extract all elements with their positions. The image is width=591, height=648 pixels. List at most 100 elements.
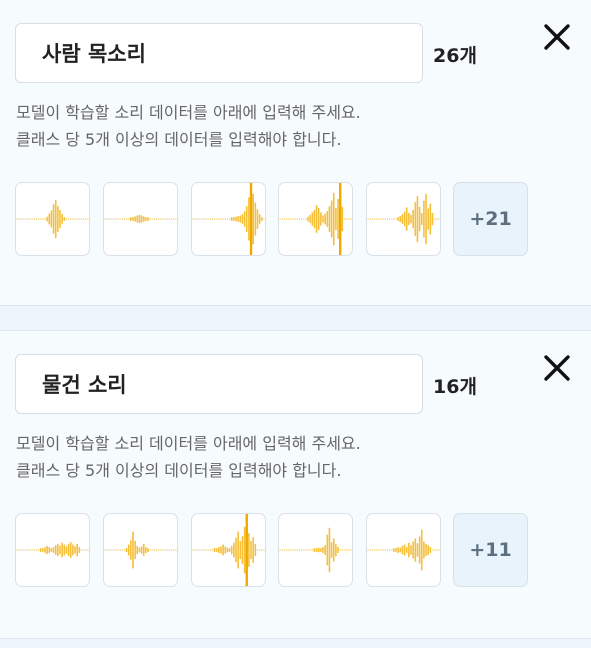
- waveform-bar: [382, 218, 384, 220]
- waveform-bar: [425, 193, 427, 245]
- delete-class-button[interactable]: [540, 20, 574, 54]
- class-name-input[interactable]: [15, 354, 423, 414]
- waveform-bar: [420, 529, 423, 571]
- waveform-bar: [367, 549, 369, 551]
- waveform-bar: [438, 218, 440, 220]
- waveform-icon: [16, 541, 89, 559]
- waveform-bar: [429, 546, 432, 554]
- waveform-bar: [405, 207, 408, 231]
- waveform-bar: [241, 536, 244, 564]
- waveform-bar: [18, 549, 20, 551]
- waveform-bar: [175, 218, 177, 220]
- waveform-bar: [74, 218, 76, 220]
- waveform-bar: [151, 549, 153, 551]
- waveform-bar: [410, 214, 412, 224]
- waveform-bar: [283, 549, 285, 551]
- waveform-bar: [438, 549, 440, 551]
- waveform-bar: [83, 218, 85, 220]
- waveform-bar: [76, 218, 78, 220]
- waveform-bar: [156, 549, 158, 551]
- waveform-bar: [300, 549, 303, 551]
- waveform-bar: [29, 549, 31, 551]
- waveform-bar: [408, 212, 410, 226]
- waveform-bar: [330, 541, 333, 559]
- waveform-bar: [222, 544, 224, 556]
- waveform-bar: [173, 218, 175, 220]
- audio-sample-thumbnail[interactable]: [15, 182, 90, 256]
- waveform-bar: [59, 545, 61, 555]
- audio-sample-thumbnail[interactable]: [366, 182, 441, 256]
- waveform-bar: [254, 202, 257, 236]
- audio-sample-thumbnail[interactable]: [103, 182, 178, 256]
- waveform-bar: [194, 549, 196, 551]
- waveform-bar: [414, 538, 417, 562]
- waveform-bar: [373, 549, 376, 551]
- waveform-bar: [339, 549, 341, 551]
- waveform-bar: [57, 205, 59, 233]
- waveform-bar: [117, 218, 119, 220]
- audio-sample-thumbnail[interactable]: [278, 513, 353, 587]
- waveform-bar: [230, 545, 233, 555]
- audio-sample-thumbnail[interactable]: [278, 182, 353, 256]
- waveform-bar: [337, 198, 339, 240]
- waveform-bar: [233, 542, 235, 558]
- waveform-bar: [211, 218, 213, 220]
- waveform-bar: [35, 549, 37, 551]
- waveform-bar: [290, 549, 292, 551]
- waveform-icon: [16, 199, 89, 239]
- waveform-bar: [20, 549, 22, 551]
- more-samples-button[interactable]: +21: [453, 182, 528, 256]
- waveform-bar: [127, 544, 130, 556]
- waveform-bar: [205, 549, 207, 551]
- waveform-bar: [391, 218, 393, 220]
- waveform-bar: [294, 549, 296, 551]
- audio-sample-thumbnail[interactable]: [191, 513, 266, 587]
- waveform-bar: [427, 208, 429, 230]
- waveform-bar: [138, 547, 141, 553]
- waveform-bar: [296, 218, 298, 220]
- waveform-bar: [346, 549, 348, 551]
- waveform-bar: [104, 549, 106, 551]
- waveform-bar: [201, 218, 203, 220]
- waveform-bar: [281, 218, 283, 220]
- waveform-bar: [250, 540, 252, 560]
- waveform-bar: [228, 548, 231, 552]
- waveform-bar: [384, 549, 386, 551]
- waveform-bar: [173, 549, 175, 551]
- waveform-bar: [22, 218, 25, 220]
- waveform-bar: [386, 549, 388, 551]
- waveform-bar: [263, 549, 265, 551]
- more-samples-button[interactable]: +11: [453, 513, 528, 587]
- waveform-bar: [69, 541, 72, 559]
- waveform-bar: [33, 218, 35, 220]
- waveform-bar: [108, 218, 110, 220]
- waveform-bar: [168, 218, 171, 220]
- waveform-bar: [412, 209, 414, 229]
- playhead-marker: [245, 514, 248, 586]
- waveform-bar: [322, 215, 324, 223]
- audio-sample-thumbnail[interactable]: [103, 513, 178, 587]
- waveform-bar: [83, 549, 85, 551]
- audio-sample-thumbnail[interactable]: [191, 182, 266, 256]
- waveform-bar: [160, 218, 162, 220]
- audio-sample-thumbnail[interactable]: [15, 513, 90, 587]
- waveform-bar: [18, 218, 20, 220]
- instruction-line: 클래스 당 5개 이상의 데이터를 입력해야 합니다.: [16, 461, 342, 480]
- waveform-bar: [72, 544, 74, 556]
- waveform-bar: [311, 212, 314, 226]
- waveform-bar: [343, 549, 346, 551]
- waveform-bar: [110, 218, 113, 220]
- waveform-bar: [305, 218, 307, 220]
- waveform-bar: [164, 218, 166, 220]
- waveform-bar: [16, 549, 18, 551]
- waveform-bar: [224, 218, 226, 220]
- class-name-input[interactable]: [15, 23, 423, 83]
- waveform-bar: [279, 218, 281, 220]
- waveform-bar: [119, 549, 121, 551]
- waveform-bar: [147, 217, 149, 221]
- waveform-bar: [149, 218, 151, 220]
- delete-class-button[interactable]: [540, 351, 574, 385]
- waveform-bar: [87, 218, 89, 220]
- waveform-bar: [72, 218, 74, 220]
- audio-sample-thumbnail[interactable]: [366, 513, 441, 587]
